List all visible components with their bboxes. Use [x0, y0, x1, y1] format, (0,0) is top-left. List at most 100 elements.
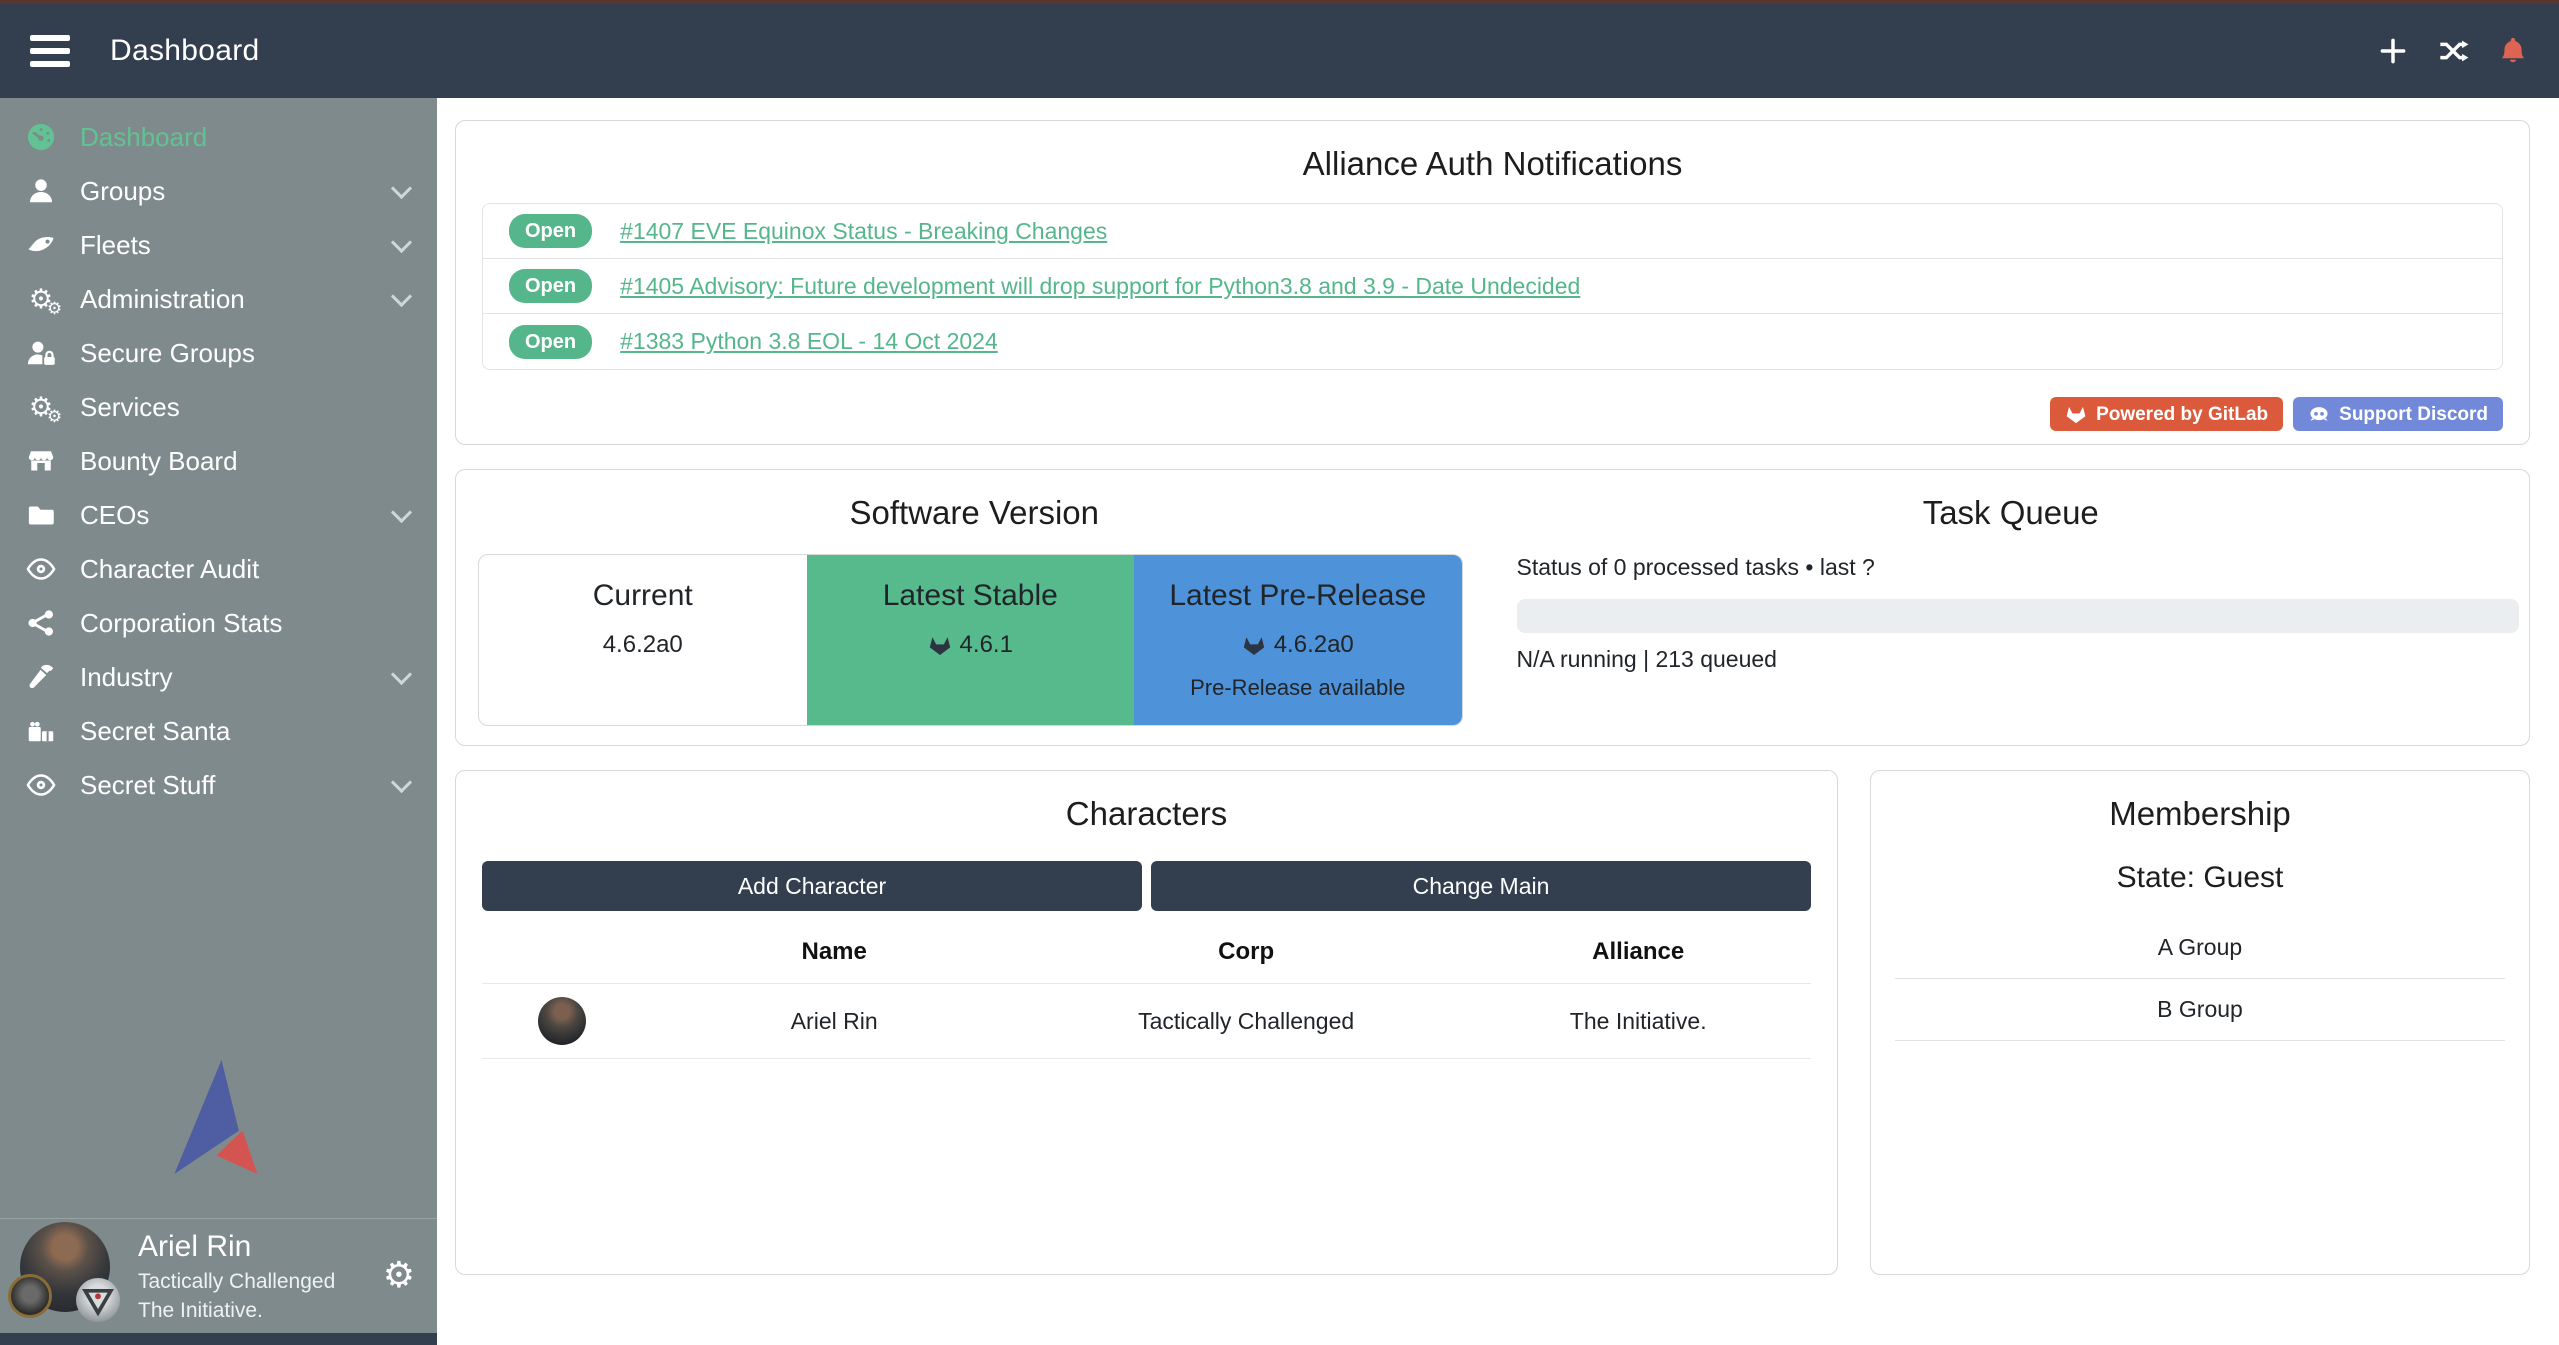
user-icon [24, 174, 58, 208]
gitlab-tanuki-icon [2065, 403, 2087, 425]
sidebar-menu: Dashboard Groups Fleets [0, 98, 437, 812]
sidebar-item-services[interactable]: ⚙⚙ Services [0, 380, 437, 434]
store-icon [24, 444, 58, 478]
notification-link[interactable]: #1405 Advisory: Future development will … [620, 273, 1580, 300]
notifications-panel: Alliance Auth Notifications Open #1407 E… [455, 120, 2530, 445]
chevron-down-icon [391, 231, 412, 252]
sidebar-bottom-strip [0, 1333, 437, 1345]
user-lock-icon [24, 336, 58, 370]
main-content: Alliance Auth Notifications Open #1407 E… [437, 98, 2559, 1345]
membership-groups-list: A Group B Group [1895, 917, 2505, 1041]
software-version-title: Software Version [456, 494, 1493, 532]
gears-icon: ⚙⚙ [24, 390, 58, 424]
table-row: Ariel Rin Tactically Challenged The Init… [482, 983, 1811, 1059]
folder-icon [24, 498, 58, 532]
task-queue-title: Task Queue [1493, 494, 2530, 532]
sidebar-item-secure-groups[interactable]: Secure Groups [0, 326, 437, 380]
chevron-down-icon [391, 771, 412, 792]
character-name: Ariel Rin [641, 1008, 1026, 1035]
status-badge: Open [509, 325, 592, 359]
sidebar-item-bounty-board[interactable]: Bounty Board [0, 434, 437, 488]
sidebar-item-ceos[interactable]: CEOs [0, 488, 437, 542]
status-badge: Open [509, 214, 592, 248]
version-latest-stable: Latest Stable 4.6.1 [807, 555, 1135, 725]
sidebar-item-secret-santa[interactable]: Secret Santa [0, 704, 437, 758]
add-character-plus-icon[interactable] [2377, 35, 2409, 67]
hamburger-menu-icon[interactable] [30, 35, 70, 67]
sidebar: Dashboard Groups Fleets [0, 98, 437, 1345]
sidebar-item-fleets[interactable]: Fleets [0, 218, 437, 272]
gitlab-tanuki-icon [928, 633, 952, 657]
page-title: Dashboard [110, 34, 259, 68]
chevron-down-icon [391, 663, 412, 684]
sidebar-item-character-audit[interactable]: Character Audit [0, 542, 437, 596]
task-queue-section: Task Queue Status of 0 processed tasks •… [1493, 470, 2530, 745]
user-alliance: The Initiative. [138, 1298, 335, 1324]
gears-icon: ⚙⚙ [24, 282, 58, 316]
user-name: Ariel Rin [138, 1228, 335, 1266]
powered-by-gitlab-badge[interactable]: Powered by GitLab [2050, 397, 2283, 431]
add-character-button[interactable]: Add Character [482, 861, 1142, 911]
chevron-down-icon [391, 285, 412, 306]
share-icon [24, 606, 58, 640]
sidebar-item-secret-stuff[interactable]: Secret Stuff [0, 758, 437, 812]
eye-icon [24, 768, 58, 802]
characters-title: Characters [456, 795, 1837, 833]
discord-icon [2308, 403, 2330, 425]
chevron-down-icon [391, 177, 412, 198]
character-corp: Tactically Challenged [1027, 1008, 1466, 1035]
gifts-icon [24, 714, 58, 748]
chevron-down-icon [391, 501, 412, 522]
sidebar-item-corporation-stats[interactable]: Corporation Stats [0, 596, 437, 650]
character-portrait [538, 997, 586, 1045]
notifications-bell-icon[interactable] [2497, 35, 2529, 67]
alliance-logo [76, 1278, 120, 1322]
list-item: A Group [1895, 917, 2505, 979]
characters-table: Name Corp Alliance Ariel Rin Tactically … [456, 921, 1837, 1059]
membership-state: State: Guest [1871, 861, 2529, 895]
support-discord-badge[interactable]: Support Discord [2293, 397, 2503, 431]
notification-row: Open #1383 Python 3.8 EOL - 14 Oct 2024 [483, 314, 2502, 369]
column-header-corp: Corp [1027, 938, 1466, 966]
user-settings-gear-icon[interactable]: ⚙ [383, 1258, 415, 1294]
version-box: Current 4.6.2a0 Latest Stable 4.6.1 Late… [478, 554, 1463, 726]
characters-table-header: Name Corp Alliance [482, 921, 1811, 983]
sidebar-user-panel: Ariel Rin Tactically Challenged The Init… [0, 1218, 437, 1333]
navbar: Dashboard [0, 4, 2559, 98]
task-queue-status: Status of 0 processed tasks • last ? [1517, 554, 2506, 581]
characters-panel: Characters Add Character Change Main Nam… [455, 770, 1838, 1275]
change-main-button[interactable]: Change Main [1151, 861, 1811, 911]
hammer-icon [24, 660, 58, 694]
version-current: Current 4.6.2a0 [479, 555, 807, 725]
alliance-auth-logo [157, 1055, 281, 1185]
sidebar-item-groups[interactable]: Groups [0, 164, 437, 218]
version-latest-prerelease: Latest Pre-Release 4.6.2a0 Pre-Release a… [1134, 555, 1462, 725]
sidebar-item-industry[interactable]: Industry [0, 650, 437, 704]
software-version-section: Software Version Current 4.6.2a0 Latest … [456, 470, 1493, 745]
membership-title: Membership [1871, 795, 2529, 833]
notification-link[interactable]: #1407 EVE Equinox Status - Breaking Chan… [620, 218, 1107, 245]
prerelease-note: Pre-Release available [1134, 675, 1462, 701]
notification-link[interactable]: #1383 Python 3.8 EOL - 14 Oct 2024 [620, 328, 998, 355]
column-header-alliance: Alliance [1465, 938, 1811, 966]
list-item: B Group [1895, 979, 2505, 1041]
sidebar-item-administration[interactable]: ⚙⚙ Administration [0, 272, 437, 326]
column-header-name: Name [641, 938, 1026, 966]
corp-logo [8, 1274, 52, 1318]
character-alliance: The Initiative. [1465, 1008, 1811, 1035]
user-corp: Tactically Challenged [138, 1269, 335, 1295]
gitlab-tanuki-icon [1242, 633, 1266, 657]
shuffle-icon[interactable] [2437, 35, 2469, 67]
task-queue-progress-bar [1517, 599, 2520, 633]
notifications-list: Open #1407 EVE Equinox Status - Breaking… [482, 203, 2503, 370]
software-taskqueue-panel: Software Version Current 4.6.2a0 Latest … [455, 469, 2530, 746]
notification-row: Open #1407 EVE Equinox Status - Breaking… [483, 204, 2502, 259]
task-queue-counts: N/A running | 213 queued [1517, 646, 2506, 673]
status-badge: Open [509, 269, 592, 303]
eye-icon [24, 552, 58, 586]
notification-row: Open #1405 Advisory: Future development … [483, 259, 2502, 314]
membership-panel: Membership State: Guest A Group B Group [1870, 770, 2530, 1275]
rocket-icon [24, 228, 58, 262]
notifications-title: Alliance Auth Notifications [456, 145, 2529, 183]
sidebar-item-dashboard[interactable]: Dashboard [0, 110, 437, 164]
